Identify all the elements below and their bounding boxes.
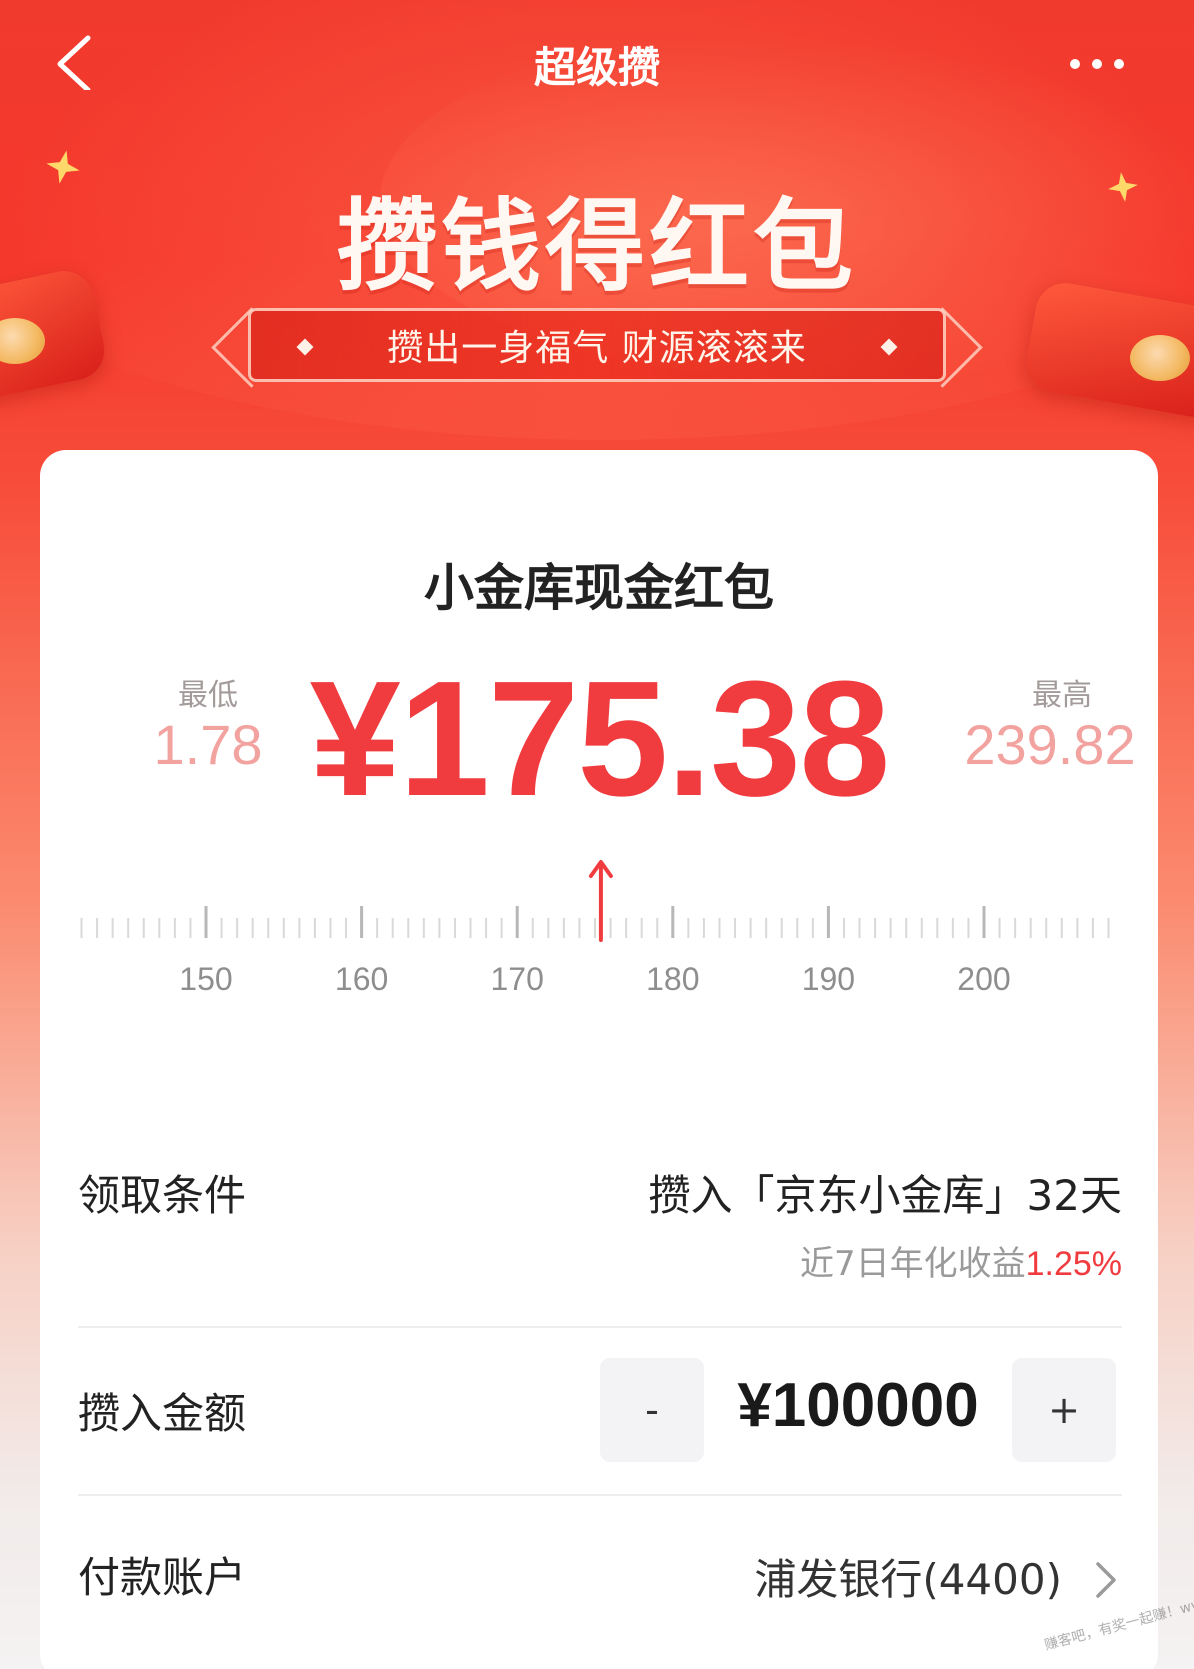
- payment-account[interactable]: 浦发银行(4400): [754, 1546, 1062, 1607]
- payment-label: 付款账户: [78, 1553, 247, 1602]
- max-label: 最高: [1032, 678, 1092, 713]
- ruler-tick-label: 200: [957, 961, 1010, 997]
- banner-ribbon: 攒出一身福气 财源滚滚来: [248, 308, 946, 382]
- divider: [78, 1326, 1122, 1328]
- deposit-label: 攒入金额: [78, 1389, 247, 1438]
- page: 超级攒 攒钱得红包 攒出一身福气 财源滚滚来 小金库现金红包 最低 1.78 ¥…: [0, 0, 1194, 1669]
- condition-label: 领取条件: [78, 1171, 247, 1220]
- reward-card: 小金库现金红包 最低 1.78 ¥175.38 最高 239.82 150 160…: [40, 450, 1158, 1669]
- divider: [78, 1494, 1122, 1496]
- ruler-tick-label: 190: [802, 961, 855, 997]
- more-dot-icon: [1070, 59, 1080, 69]
- card-title: 小金库现金红包: [424, 559, 774, 617]
- diamond-icon: [880, 338, 898, 356]
- more-button[interactable]: [1070, 52, 1140, 76]
- coin-decoration: [1130, 335, 1190, 381]
- page-title: 超级攒: [533, 43, 660, 92]
- deposit-amount[interactable]: ¥100000: [704, 1370, 1012, 1441]
- max-value: 239.82: [964, 713, 1136, 776]
- decrease-amount-button[interactable]: -: [600, 1358, 704, 1462]
- condition-value: 攒入「京东小金库」32天: [648, 1171, 1122, 1220]
- amount-ruler[interactable]: 150 160 170 180 190 200: [72, 858, 1122, 1008]
- ruler-tick-label: 150: [179, 961, 232, 997]
- more-dot-icon: [1092, 59, 1102, 69]
- ruler-tick-label: 180: [646, 961, 699, 997]
- diamond-icon: [296, 338, 314, 356]
- banner-title: 攒钱得红包: [337, 188, 857, 305]
- banner-subtitle: 攒出一身福气 财源滚滚来: [387, 328, 807, 369]
- ruler-tick-label: 160: [335, 961, 388, 997]
- ruler-tick-label: 170: [491, 961, 544, 997]
- yield-label: 近7日年化收益: [799, 1244, 1026, 1284]
- chevron-right-icon[interactable]: [1090, 1560, 1120, 1600]
- increase-amount-button[interactable]: +: [1012, 1358, 1116, 1462]
- yield-info: 近7日年化收益1.25%: [800, 1236, 1122, 1285]
- yield-rate: 1.25%: [1025, 1245, 1122, 1283]
- more-dot-icon: [1114, 59, 1124, 69]
